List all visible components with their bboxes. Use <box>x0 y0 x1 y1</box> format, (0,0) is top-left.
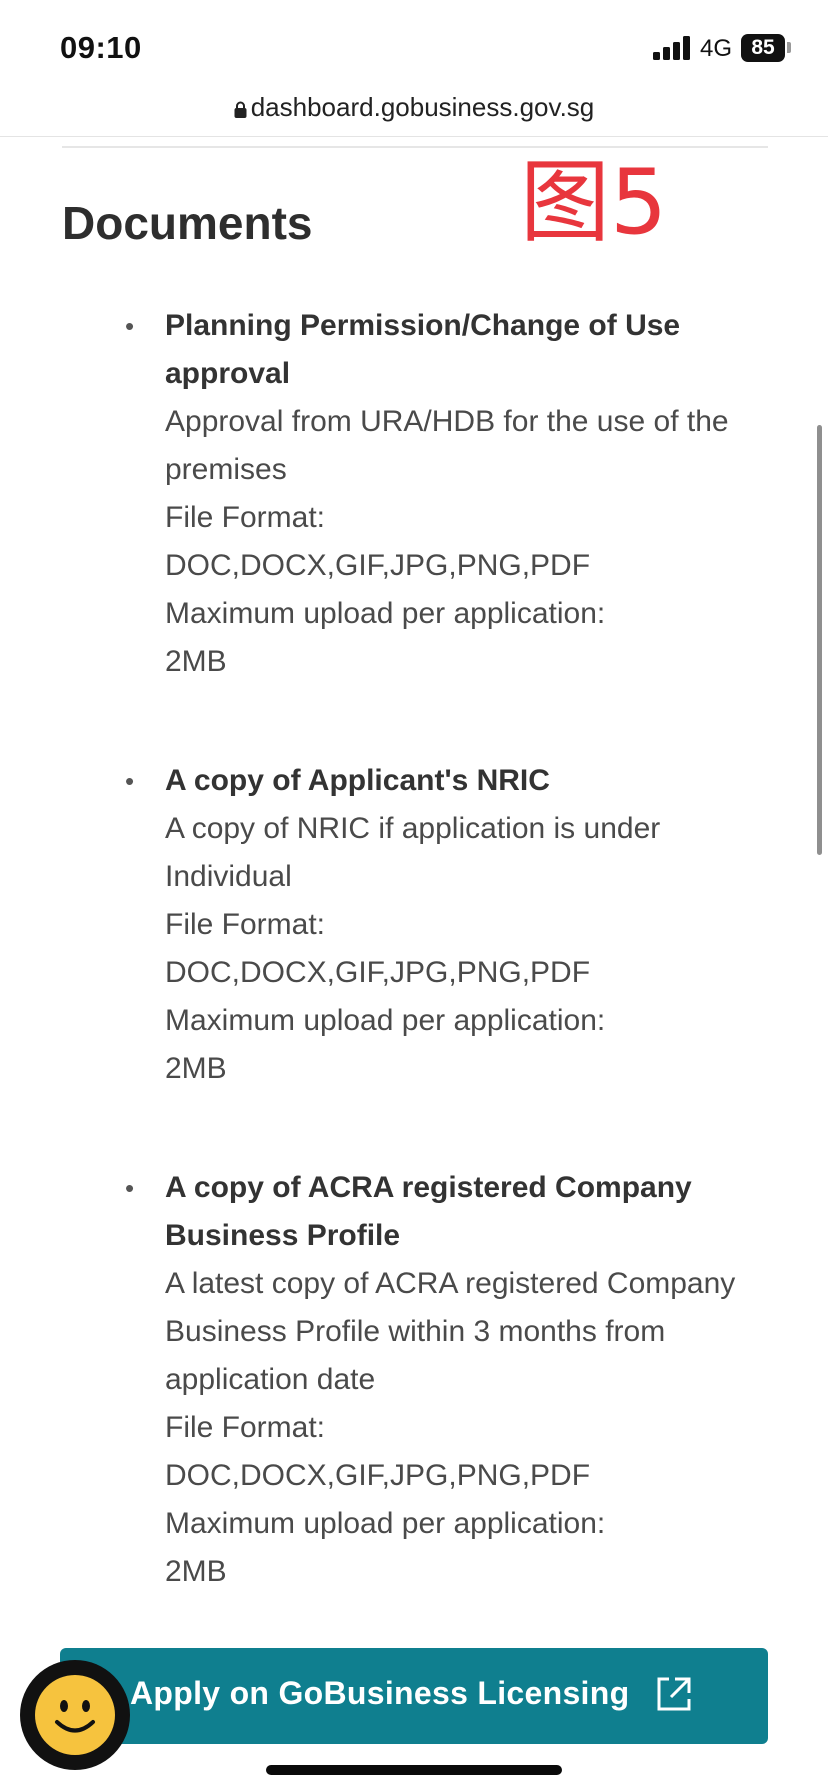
document-name: A copy of Applicant's NRIC <box>165 764 550 797</box>
max-upload-label: Maximum upload per application: <box>165 1004 606 1037</box>
document-description: A latest copy of ACRA registered Company… <box>165 1267 736 1396</box>
max-upload-label: Maximum upload per application: <box>165 1507 606 1540</box>
file-format-list: DOC,DOCX,GIF,JPG,PNG,PDF <box>165 549 591 582</box>
bullet-icon: • <box>125 311 135 341</box>
max-upload-size: 2MB <box>165 1555 227 1588</box>
home-indicator[interactable] <box>266 1765 562 1775</box>
smiley-icon <box>35 1675 115 1755</box>
file-format-label: File Format: <box>165 1411 326 1444</box>
url-text: dashboard.gobusiness.gov.sg <box>250 92 595 122</box>
document-name: Planning Permission/Change of Use approv… <box>165 309 681 390</box>
bullet-icon: • <box>125 766 135 796</box>
page-title: Documents <box>62 197 313 249</box>
status-bar: 09:10 4G 85 <box>0 0 828 92</box>
network-type: 4G <box>700 35 733 62</box>
apply-gobusiness-button[interactable]: Apply on GoBusiness Licensing <box>60 1648 768 1744</box>
document-item: • A copy of Applicant's NRIC A copy of N… <box>125 757 775 1093</box>
document-description: Approval from URA/HDB for the use of the… <box>165 405 729 486</box>
annotation-label: 图5 <box>520 150 668 255</box>
document-item: • Planning Permission/Change of Use appr… <box>125 302 775 686</box>
header-divider <box>0 136 828 137</box>
external-link-icon <box>657 1677 691 1711</box>
file-format-label: File Format: <box>165 908 326 941</box>
battery-icon: 85 <box>741 34 785 62</box>
scrollbar[interactable] <box>817 425 822 855</box>
max-upload-size: 2MB <box>165 1052 227 1085</box>
apply-button-label: Apply on GoBusiness Licensing <box>130 1675 630 1711</box>
chat-button[interactable] <box>20 1660 130 1770</box>
max-upload-size: 2MB <box>165 645 227 678</box>
signal-icon <box>653 36 690 60</box>
url-bar[interactable]: dashboard.gobusiness.gov.sg <box>0 92 828 123</box>
status-time: 09:10 <box>60 30 142 65</box>
document-item: • A copy of ACRA registered Company Busi… <box>125 1164 775 1596</box>
file-format-list: DOC,DOCX,GIF,JPG,PNG,PDF <box>165 1459 591 1492</box>
bullet-icon: • <box>125 1173 135 1203</box>
file-format-label: File Format: <box>165 501 326 534</box>
lock-icon <box>234 101 247 118</box>
document-description: A copy of NRIC if application is under I… <box>165 812 661 893</box>
document-name: A copy of ACRA registered Company Busine… <box>165 1171 692 1252</box>
battery-tip <box>787 42 791 53</box>
content-divider <box>62 146 768 148</box>
max-upload-label: Maximum upload per application: <box>165 597 606 630</box>
file-format-list: DOC,DOCX,GIF,JPG,PNG,PDF <box>165 956 591 989</box>
